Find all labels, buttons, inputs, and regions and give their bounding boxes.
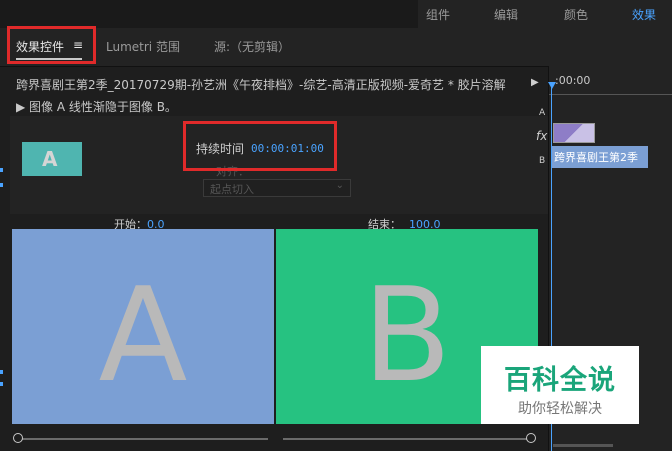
- effect-description[interactable]: ▶ 图像 A 线性渐隐于图像 B。: [16, 98, 177, 115]
- timeline-clip[interactable]: 跨界喜剧王第2季: [552, 146, 648, 168]
- edge-marker: [0, 382, 3, 386]
- edge-marker: [0, 370, 3, 374]
- clip-title-row: 跨界喜剧王第2季_20170729期-孙艺洲《午夜排档》-综艺-高清正版视频-爱…: [0, 72, 548, 94]
- workspace-bar-fill: [0, 0, 418, 28]
- transition-thumbnail[interactable]: A: [22, 142, 82, 176]
- transition-clip[interactable]: [553, 123, 595, 143]
- edge-marker: [0, 168, 3, 172]
- start-slider-handle[interactable]: [13, 433, 23, 443]
- tab-source[interactable]: 源:（无剪辑）: [214, 38, 290, 55]
- playhead-handle-icon[interactable]: [548, 82, 556, 89]
- preview-a-letter: A: [98, 259, 188, 411]
- workspace-tab-editing[interactable]: 编辑: [494, 6, 518, 23]
- highlight-box-tab: [7, 26, 96, 64]
- start-slider-track[interactable]: [18, 438, 268, 440]
- fx-icon: fx: [536, 129, 548, 143]
- panel-tab-bar: 效果控件 ≡ Lumetri 范围 源:（无剪辑）: [0, 28, 672, 67]
- thumbnail-letter: A: [42, 147, 58, 171]
- clip-title: 跨界喜剧王第2季_20170729期-孙艺洲《午夜排档》-综艺-高清正版视频-爱…: [16, 78, 506, 92]
- timeline-clip-label: 跨界喜剧王第2季: [554, 151, 638, 164]
- alignment-value: 起点切入: [210, 183, 254, 196]
- chevron-down-icon: ⌄: [335, 180, 344, 191]
- workspace-tab-effects[interactable]: 效果: [632, 6, 656, 23]
- watermark-subtitle: 助你轻松解决: [518, 401, 602, 417]
- workspace-bar: 组件 编辑 颜色 效果: [0, 0, 672, 29]
- watermark: 百科全说 助你轻松解决: [481, 346, 639, 424]
- timeline-timecode: :00:00: [555, 74, 591, 87]
- tab-lumetri-scopes[interactable]: Lumetri 范围: [106, 38, 180, 55]
- track-a-label: A: [539, 108, 546, 118]
- end-slider-handle[interactable]: [526, 433, 536, 443]
- edge-marker: [0, 183, 3, 187]
- highlight-box-duration: [183, 121, 337, 171]
- end-slider-track[interactable]: [283, 438, 528, 440]
- workspace-tab-assembly[interactable]: 组件: [426, 6, 450, 23]
- workspace-tab-color[interactable]: 颜色: [564, 6, 588, 23]
- timeline-ruler[interactable]: [549, 88, 672, 95]
- expand-arrow-icon[interactable]: ▶: [531, 77, 539, 88]
- preview-a: A: [12, 229, 274, 424]
- track-b-label: B: [539, 156, 546, 166]
- watermark-title: 百科全说: [504, 365, 616, 396]
- timeline-scrollbar[interactable]: [553, 444, 613, 447]
- alignment-select[interactable]: 起点切入 ⌄: [203, 179, 351, 197]
